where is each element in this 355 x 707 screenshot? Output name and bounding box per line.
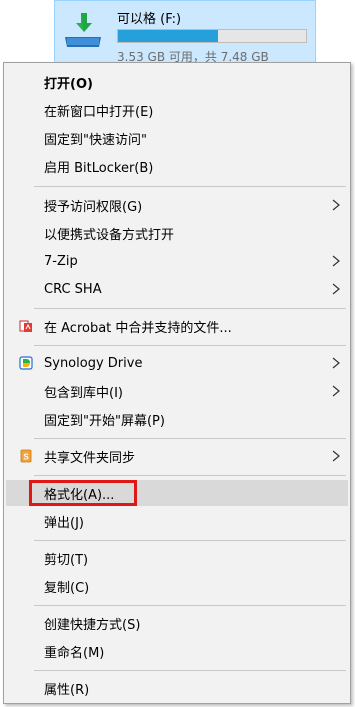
- menu-item-rename[interactable]: 重命名(M): [6, 638, 348, 664]
- chevron-right-icon: [332, 450, 340, 462]
- menu-item-pin-start[interactable]: 固定到"开始"屏幕(P): [6, 406, 348, 432]
- menu-item-label: 授予访问权限(G): [44, 199, 143, 215]
- menu-item-label: 以便携式设备方式打开: [44, 227, 175, 243]
- menu-item-label: 启用 BitLocker(B): [44, 160, 154, 176]
- menu-separator: [34, 438, 346, 439]
- menu-item-label: 属性(R): [44, 682, 90, 698]
- menu-item-copy[interactable]: 复制(C): [6, 573, 348, 599]
- menu-item-label: 共享文件夹同步: [44, 450, 136, 466]
- drive-name: 可以格 (F:): [117, 12, 182, 27]
- menu-item-properties[interactable]: 属性(R): [6, 675, 348, 701]
- menu-separator: [34, 308, 346, 309]
- menu-item-open[interactable]: 打开(O): [6, 69, 348, 95]
- menu-item-bitlocker[interactable]: 启用 BitLocker(B): [6, 153, 348, 179]
- menu-separator: [34, 605, 346, 606]
- menu-item-label: 固定到"开始"屏幕(P): [44, 413, 165, 429]
- menu-item-label: Synology Drive: [44, 355, 143, 371]
- menu-item-grant-access[interactable]: 授予访问权限(G): [6, 192, 348, 218]
- context-menu: 打开(O) 在新窗口中打开(E) 固定到"快速访问" 启用 BitLocker(…: [3, 62, 351, 704]
- chevron-right-icon: [332, 283, 340, 295]
- drive-usage-fill: [118, 30, 218, 42]
- menu-item-label: CRC SHA: [44, 281, 102, 297]
- menu-separator: [34, 540, 346, 541]
- svg-text:S: S: [23, 453, 29, 462]
- chevron-right-icon: [332, 255, 340, 267]
- menu-item-acrobat-combine[interactable]: 在 Acrobat 中合并支持的文件...: [6, 313, 348, 339]
- menu-item-label: 包含到库中(I): [44, 385, 123, 401]
- menu-item-label: 在新窗口中打开(E): [44, 104, 154, 120]
- menu-item-include-library[interactable]: 包含到库中(I): [6, 378, 348, 404]
- chevron-right-icon: [332, 199, 340, 211]
- sync-icon: S: [20, 449, 32, 463]
- menu-item-label: 固定到"快速访问": [44, 132, 147, 148]
- drive-tile[interactable]: 可以格 (F:) 3.53 GB 可用，共 7.48 GB: [54, 0, 316, 64]
- menu-item-label: 在 Acrobat 中合并支持的文件...: [44, 320, 232, 336]
- menu-item-crc-sha[interactable]: CRC SHA: [6, 276, 348, 302]
- menu-item-label: 打开(O): [44, 76, 93, 92]
- chevron-right-icon: [332, 385, 340, 397]
- menu-item-label: 复制(C): [44, 580, 90, 596]
- menu-item-cut[interactable]: 剪切(T): [6, 545, 348, 571]
- menu-item-eject[interactable]: 弹出(J): [6, 508, 348, 534]
- menu-separator: [34, 670, 346, 671]
- menu-item-label: 弹出(J): [44, 515, 84, 531]
- menu-item-label: 剪切(T): [44, 552, 89, 568]
- menu-item-label: 创建快捷方式(S): [44, 617, 141, 633]
- menu-separator: [34, 475, 346, 476]
- synology-drive-icon: [19, 356, 33, 370]
- menu-item-pin-quick-access[interactable]: 固定到"快速访问": [6, 125, 348, 151]
- menu-item-label: 重命名(M): [44, 645, 105, 661]
- menu-item-create-shortcut[interactable]: 创建快捷方式(S): [6, 610, 348, 636]
- highlight-annotation-box: [29, 480, 137, 506]
- menu-item-open-new-window[interactable]: 在新窗口中打开(E): [6, 97, 348, 123]
- menu-item-share-sync[interactable]: S 共享文件夹同步: [6, 443, 348, 469]
- menu-item-label: 7-Zip: [44, 253, 78, 269]
- drive-usage-bar: [117, 29, 307, 43]
- menu-separator: [34, 345, 346, 346]
- chevron-right-icon: [332, 357, 340, 369]
- menu-item-7zip[interactable]: 7-Zip: [6, 248, 348, 274]
- menu-item-synology-drive[interactable]: Synology Drive: [6, 350, 348, 376]
- menu-item-open-portable[interactable]: 以便携式设备方式打开: [6, 220, 348, 246]
- menu-separator: [34, 186, 346, 187]
- drive-icon: [65, 13, 101, 47]
- acrobat-icon: [19, 320, 32, 332]
